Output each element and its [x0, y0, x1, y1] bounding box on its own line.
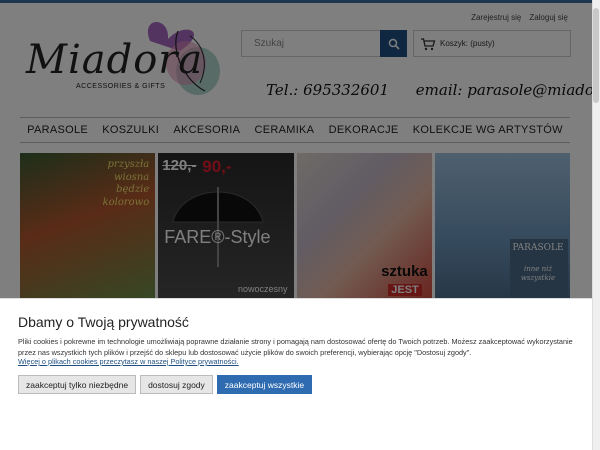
- privacy-policy-link[interactable]: Więcej o plikach cookies przeczytasz w n…: [18, 357, 239, 366]
- customize-consent-button[interactable]: dostosuj zgody: [140, 375, 213, 394]
- cookie-buttons: zaakceptuj tylko niezbędne dostosuj zgod…: [18, 375, 313, 394]
- cookie-title: Dbamy o Twoją prywatność: [18, 314, 189, 330]
- cookie-consent-panel: Dbamy o Twoją prywatność Pliki cookies i…: [0, 298, 592, 450]
- accept-all-button[interactable]: zaakceptuj wszystkie: [216, 375, 313, 394]
- scrollbar-thumb[interactable]: [593, 8, 599, 103]
- modal-overlay[interactable]: [0, 0, 600, 298]
- cookie-text: Pliki cookies i pokrewne im technologie …: [18, 337, 573, 357]
- scrollbar[interactable]: [592, 0, 600, 450]
- accept-necessary-button[interactable]: zaakceptuj tylko niezbędne: [18, 375, 137, 394]
